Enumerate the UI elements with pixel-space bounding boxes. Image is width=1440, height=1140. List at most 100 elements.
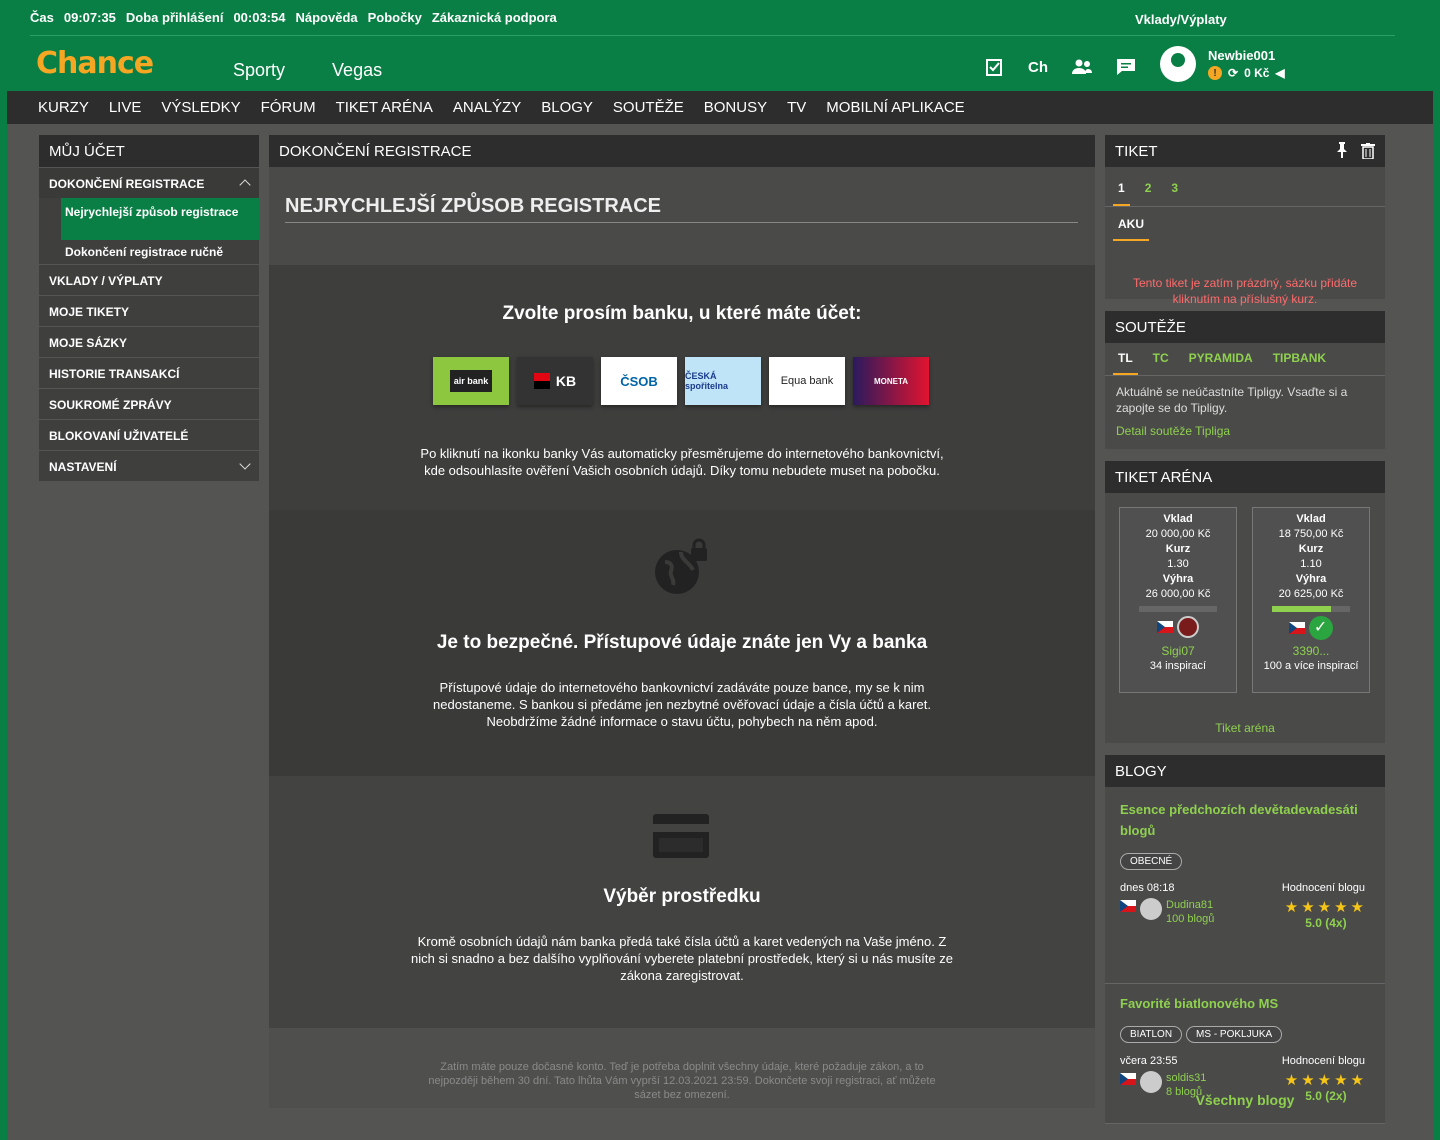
cz-flag-icon xyxy=(1120,1073,1136,1085)
globe-lock-icon xyxy=(655,538,707,594)
arena-inspirations: 34 inspirací xyxy=(1149,660,1207,672)
security-title: Je to bezpečné. Přístupové údaje znáte j… xyxy=(436,632,928,653)
arena-card[interactable]: Vklad 20 000,00 Kč Kurz 1.30 Výhra 26 00… xyxy=(1119,507,1237,693)
deposits-link[interactable]: Vklady/Výplaty xyxy=(1135,12,1415,27)
menu-item-messages[interactable]: SOUKROMÉ ZPRÁVY xyxy=(39,388,259,419)
ch-logo-icon[interactable]: Ch xyxy=(1026,56,1050,78)
blog-title[interactable]: Esence předchozích devětadevadesáti blog… xyxy=(1120,799,1375,841)
refresh-icon[interactable]: ⟳ xyxy=(1228,66,1238,80)
nav-live[interactable]: LIVE xyxy=(109,99,142,116)
rating-votes: (4x) xyxy=(1325,916,1347,930)
menu-item-settings[interactable]: NASTAVENÍ xyxy=(39,450,259,481)
contests-tabs: TL TC PYRAMIDA TIPBANK xyxy=(1105,343,1385,376)
all-blogs-link[interactable]: Všechny blogy xyxy=(1105,1092,1385,1108)
rating-value: 5.0 xyxy=(1305,916,1322,930)
contest-tab-tc[interactable]: TC xyxy=(1148,343,1174,375)
contests-detail-link[interactable]: Detail soutěže Tipliga xyxy=(1105,416,1385,438)
ticket-tabs: 1 2 3 xyxy=(1105,167,1385,207)
nav-vysledky[interactable]: VÝSLEDKY xyxy=(161,99,240,116)
time-value: 09:07:35 xyxy=(63,10,116,25)
ticket-type-aku[interactable]: AKU xyxy=(1113,207,1149,241)
blog-tags: OBECNÉ xyxy=(1120,851,1375,870)
nav-sporty[interactable]: Sporty xyxy=(233,60,285,80)
login-label: Doba přihlášení xyxy=(125,10,224,25)
blog-author-name[interactable]: Dudina81 xyxy=(1166,898,1214,912)
nav-blogy[interactable]: BLOGY xyxy=(541,99,593,116)
choose-bank-title: Zvolte prosím banku, u které máte účet: xyxy=(502,303,862,324)
ticket-tab-1[interactable]: 1 xyxy=(1113,167,1130,206)
temporary-account-note: Zatím máte pouze dočasné konto. Teď je p… xyxy=(428,1061,936,1101)
menu-item-registration[interactable]: DOKONČENÍ REGISTRACE xyxy=(39,167,259,198)
header: Chance Sporty Vegas Ch Newbie001 ! ⟳ 0 K… xyxy=(0,36,1440,91)
support-link[interactable]: Zákaznická podpora xyxy=(432,10,557,25)
ticket-tab-2[interactable]: 2 xyxy=(1140,167,1157,206)
chat-icon[interactable] xyxy=(1114,56,1138,78)
ticket-title: TIKET xyxy=(1115,143,1158,160)
ticket-tab-3[interactable]: 3 xyxy=(1166,167,1183,206)
blog-author-name[interactable]: soldis31 xyxy=(1166,1071,1206,1085)
bank-ceska-sporitelna[interactable]: ČESKÁ spořitelna xyxy=(685,357,761,405)
bank-moneta[interactable]: MONETA xyxy=(853,357,929,405)
blog-tag[interactable]: MS - POKLJUKA xyxy=(1186,1026,1283,1043)
trash-icon[interactable] xyxy=(1361,143,1375,163)
contest-tab-tipbank[interactable]: TIPBANK xyxy=(1268,343,1331,375)
win-value: 20 625,00 Kč xyxy=(1278,588,1344,600)
arena-username[interactable]: 3390... xyxy=(1253,644,1369,659)
users-icon[interactable] xyxy=(1070,56,1094,78)
divider xyxy=(285,222,1078,223)
divider xyxy=(1105,1123,1385,1124)
help-link[interactable]: Nápověda xyxy=(295,10,357,25)
pin-icon[interactable] xyxy=(1337,142,1347,162)
arena-link[interactable]: Tiket aréna xyxy=(1105,721,1385,735)
menu-item-blocked[interactable]: BLOKOVANÍ UŽIVATELÉ xyxy=(39,419,259,450)
blog-author: Dudina81 100 blogů xyxy=(1120,898,1214,930)
choice-text: Kromě osobních údajů nám banka předá tak… xyxy=(411,934,953,983)
blog-tag[interactable]: OBECNÉ xyxy=(1120,853,1183,870)
blog-title[interactable]: Favorité biatlonového MS xyxy=(1120,993,1375,1014)
contest-tab-tl[interactable]: TL xyxy=(1113,343,1138,375)
contests-header: SOUTĚŽE xyxy=(1105,311,1385,343)
username[interactable]: Newbie001 xyxy=(1208,48,1275,63)
bank-csob[interactable]: ČSOB xyxy=(601,357,677,405)
contests-box: TL TC PYRAMIDA TIPBANK Aktuálně se neúča… xyxy=(1105,343,1385,449)
nav-vegas[interactable]: Vegas xyxy=(332,60,382,80)
arena-username[interactable]: Sigi07 xyxy=(1120,644,1236,659)
nav-mobilni-aplikace[interactable]: MOBILNÍ APLIKACE xyxy=(826,99,964,116)
user-icon xyxy=(1140,898,1162,920)
blog-meta: včera 23:55 Hodnocení blogu xyxy=(1120,1055,1375,1067)
chance-logo[interactable]: Chance xyxy=(36,46,154,81)
submenu-manual[interactable]: Dokončení registrace ručně xyxy=(61,240,259,264)
odds-value: 1.10 xyxy=(1300,558,1322,570)
warning-icon[interactable]: ! xyxy=(1208,66,1222,80)
bank-equa[interactable]: Equa bank xyxy=(769,357,845,405)
stake-value: 20 000,00 Kč xyxy=(1145,528,1211,540)
nav-forum[interactable]: FÓRUM xyxy=(261,99,316,116)
chevron-down-icon[interactable] xyxy=(239,458,251,470)
blog-item[interactable]: Esence předchozích devětadevadesáti blog… xyxy=(1120,799,1375,930)
blog-tag[interactable]: BIATLON xyxy=(1120,1026,1183,1043)
menu-item-bets[interactable]: MOJE SÁZKY xyxy=(39,326,259,357)
nav-analyzy[interactable]: ANALÝZY xyxy=(453,99,521,116)
submenu-fastest[interactable]: Nejrychlejší způsob registrace xyxy=(61,198,259,240)
menu-item-deposits[interactable]: VKLADY / VÝPLATY xyxy=(39,264,259,295)
arena-card[interactable]: Vklad 18 750,00 Kč Kurz 1.10 Výhra 20 62… xyxy=(1252,507,1370,693)
nav-tv[interactable]: TV xyxy=(787,99,806,116)
nav-bonusy[interactable]: BONUSY xyxy=(704,99,767,116)
branches-link[interactable]: Pobočky xyxy=(368,10,422,25)
avatar[interactable] xyxy=(1160,46,1196,82)
progress-bar xyxy=(1139,606,1217,612)
caret-left-icon[interactable]: ◀ xyxy=(1275,66,1284,80)
bank-kb[interactable]: KB xyxy=(517,357,593,405)
chevron-up-icon[interactable] xyxy=(239,179,251,191)
contest-tab-pyramida[interactable]: PYRAMIDA xyxy=(1184,343,1258,375)
blog-item[interactable]: Favorité biatlonového MS BIATLON MS - POK… xyxy=(1120,993,1375,1103)
blog-meta: dnes 08:18 Hodnocení blogu xyxy=(1120,882,1375,894)
nav-tiket-arena[interactable]: TIKET ARÉNA xyxy=(336,99,433,116)
nav-kurzy[interactable]: KURZY xyxy=(38,99,89,116)
nav-souteze[interactable]: SOUTĚŽE xyxy=(613,99,684,116)
bank-airbank[interactable]: air bank xyxy=(433,357,509,405)
ticket-check-icon[interactable] xyxy=(982,56,1006,78)
menu-item-transactions[interactable]: HISTORIE TRANSAKCÍ xyxy=(39,357,259,388)
right-column: TIKET 1 2 3 AKU Tento tiket je zatím prá… xyxy=(1105,135,1385,1124)
menu-item-tickets[interactable]: MOJE TIKETY xyxy=(39,295,259,326)
